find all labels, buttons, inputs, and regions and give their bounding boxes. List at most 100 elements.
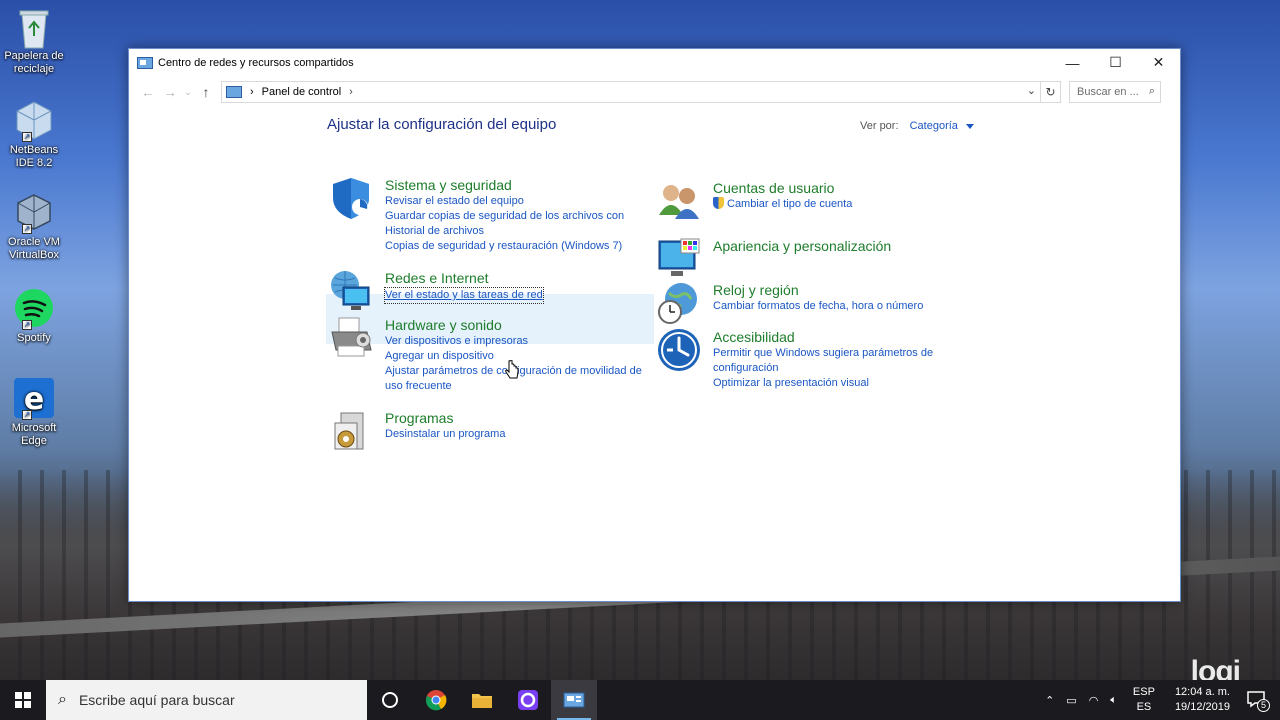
printer-icon [329, 316, 373, 360]
maximize-button[interactable]: ☐ [1094, 49, 1137, 76]
up-arrow-icon[interactable]: ↑ [195, 84, 217, 100]
view-by: Ver por: Categoría [860, 120, 974, 132]
category-link[interactable]: Ver dispositivos e impresoras [385, 334, 655, 349]
language-indicator[interactable]: ESP ES [1133, 685, 1155, 715]
chevron-down-icon[interactable]: ⌄ [1027, 84, 1036, 97]
network-globe-icon [329, 269, 373, 313]
taskbar-control-panel[interactable] [551, 680, 597, 720]
window-title: Centro de redes y recursos compartidos [158, 56, 354, 69]
category-heading[interactable]: Hardware y sonido [385, 316, 655, 334]
desktop-icon-label: NetBeans IDE 8.2 [9, 144, 59, 169]
category-heading[interactable]: Programas [385, 409, 655, 427]
volume-icon[interactable]: 🔈︎ [1110, 694, 1117, 707]
category-link[interactable]: Ajustar parámetros de configuración de m… [385, 364, 655, 394]
virtualbox-icon: ↗ [14, 192, 54, 234]
category-link[interactable]: Permitir que Windows sugiera parámetros … [713, 346, 983, 376]
desktop-icon-label: Microsoft Edge [11, 422, 57, 447]
purple-ring-icon [518, 690, 538, 710]
category-heading[interactable]: Sistema y seguridad [385, 176, 655, 194]
chevron-up-icon[interactable]: ⌃ [1045, 694, 1054, 707]
shortcut-arrow-icon: ↗ [22, 132, 32, 142]
taskbar-app-purple[interactable] [505, 680, 551, 720]
category-link[interactable]: Revisar el estado del equipo [385, 194, 655, 209]
task-view-button[interactable] [367, 680, 413, 720]
minimize-button[interactable]: — [1051, 49, 1094, 76]
category-link[interactable]: Optimizar la presentación visual [713, 376, 983, 391]
page-title: Ajustar la configuración del equipo [327, 116, 557, 133]
view-by-dropdown[interactable]: Categoría [910, 120, 958, 132]
category-heading[interactable]: Accesibilidad [713, 328, 983, 346]
clock[interactable]: 12:04 a. m. 19/12/2019 [1175, 685, 1230, 715]
shortcut-arrow-icon: ↗ [22, 410, 32, 420]
cortana-circle-icon [382, 692, 398, 708]
uac-shield-icon [713, 197, 724, 209]
search-icon: ⌕ [58, 691, 67, 708]
wifi-icon[interactable]: ◠ [1089, 694, 1099, 707]
forward-arrow-icon[interactable]: → [159, 84, 181, 100]
category-link[interactable]: Guardar copias de seguridad de los archi… [385, 209, 655, 239]
breadcrumb-separator: › [250, 86, 254, 98]
clock-date: 19/12/2019 [1174, 701, 1230, 713]
taskbar-chrome[interactable] [413, 680, 459, 720]
hand-cursor-icon [505, 360, 519, 379]
monitor-palette-icon [657, 237, 701, 281]
close-button[interactable]: ✕ [1137, 49, 1180, 76]
category-link[interactable]: Desinstalar un programa [385, 427, 655, 442]
category-link[interactable]: Agregar un dispositivo [385, 349, 655, 364]
search-placeholder: Buscar en ... [1077, 86, 1139, 98]
taskbar-file-explorer[interactable] [459, 680, 505, 720]
windows-logo-icon [15, 692, 31, 708]
category-heading[interactable]: Apariencia y personalización [713, 237, 983, 255]
category-link-hovered[interactable]: Ver el estado y las tareas de red [384, 287, 544, 304]
control-panel-icon [563, 692, 585, 708]
back-arrow-icon[interactable]: ← [137, 84, 159, 100]
shortcut-arrow-icon: ↗ [22, 320, 32, 330]
breadcrumb-control-panel[interactable]: Panel de control [262, 86, 342, 98]
battery-icon[interactable]: ▭ [1066, 694, 1076, 707]
category-link[interactable]: Copias de seguridad y restauración (Wind… [385, 239, 655, 254]
address-bar-row: ← → ⌄ ↑ › Panel de control › ⌄ ↻ Buscar … [129, 76, 1180, 108]
clock-globe-icon [657, 281, 701, 325]
desktop-icon-recycle-bin[interactable]: Papelera de reciclaje [2, 6, 66, 76]
notification-count-badge: 5 [1256, 699, 1270, 712]
control-panel-icon [226, 86, 242, 98]
edge-icon: e ↗ [14, 378, 54, 420]
taskbar-search-input[interactable]: ⌕ Escribe aquí para buscar [46, 680, 367, 720]
recycle-bin-icon [14, 6, 54, 49]
desktop-icon-label: Oracle VM VirtualBox [8, 236, 60, 261]
category-heading[interactable]: Cuentas de usuario [713, 179, 983, 197]
address-field[interactable]: › Panel de control › ⌄ [221, 81, 1041, 103]
shield-icon [329, 176, 373, 220]
language-top: ESP [1132, 686, 1155, 698]
desktop-icon-spotify[interactable]: ↗ Spotify [2, 288, 66, 345]
desktop-icon-label: Papelera de reciclaje [4, 50, 64, 75]
category-heading[interactable]: Redes e Internet [385, 269, 655, 287]
programs-icon [329, 409, 373, 453]
control-panel-content: Ajustar la configuración del equipo Ver … [129, 108, 1180, 601]
search-icon: ⌕ [1148, 85, 1155, 97]
start-button[interactable] [0, 680, 46, 720]
desktop-icon-edge[interactable]: e ↗ Microsoft Edge [2, 378, 66, 448]
notifications-button[interactable]: 5 [1246, 690, 1270, 712]
netbeans-icon: ↗ [14, 100, 54, 142]
accessibility-icon [657, 328, 701, 372]
system-tray: ⌃ ▭ ◠ 🔈︎ ESP ES 12:04 a. m. 19/12/2019 5 [1039, 680, 1280, 720]
recent-chevron-icon[interactable]: ⌄ [181, 87, 195, 98]
category-link[interactable]: Cambiar formatos de fecha, hora o número [713, 299, 983, 314]
language-bottom: ES [1136, 701, 1152, 713]
search-input[interactable]: Buscar en ... ⌕ [1069, 81, 1161, 103]
desktop-icon-netbeans[interactable]: ↗ NetBeans IDE 8.2 [2, 100, 66, 170]
taskbar-search-placeholder: Escribe aquí para buscar [78, 692, 235, 708]
desktop-icon-virtualbox[interactable]: ↗ Oracle VM VirtualBox [2, 192, 66, 262]
category-link-text[interactable]: Cambiar el tipo de cuenta [727, 198, 852, 210]
clock-time: 12:04 a. m. [1174, 686, 1230, 698]
shortcut-arrow-icon: ↗ [22, 224, 32, 234]
caret-down-icon[interactable] [965, 123, 974, 129]
breadcrumb-separator[interactable]: › [349, 86, 353, 98]
title-bar[interactable]: Centro de redes y recursos compartidos —… [129, 49, 1180, 76]
category-heading[interactable]: Reloj y región [713, 281, 983, 299]
refresh-icon[interactable]: ↻ [1041, 81, 1061, 103]
folder-icon [472, 694, 492, 708]
category-link[interactable]: Cambiar el tipo de cuenta [713, 197, 983, 212]
spotify-icon: ↗ [14, 288, 54, 330]
